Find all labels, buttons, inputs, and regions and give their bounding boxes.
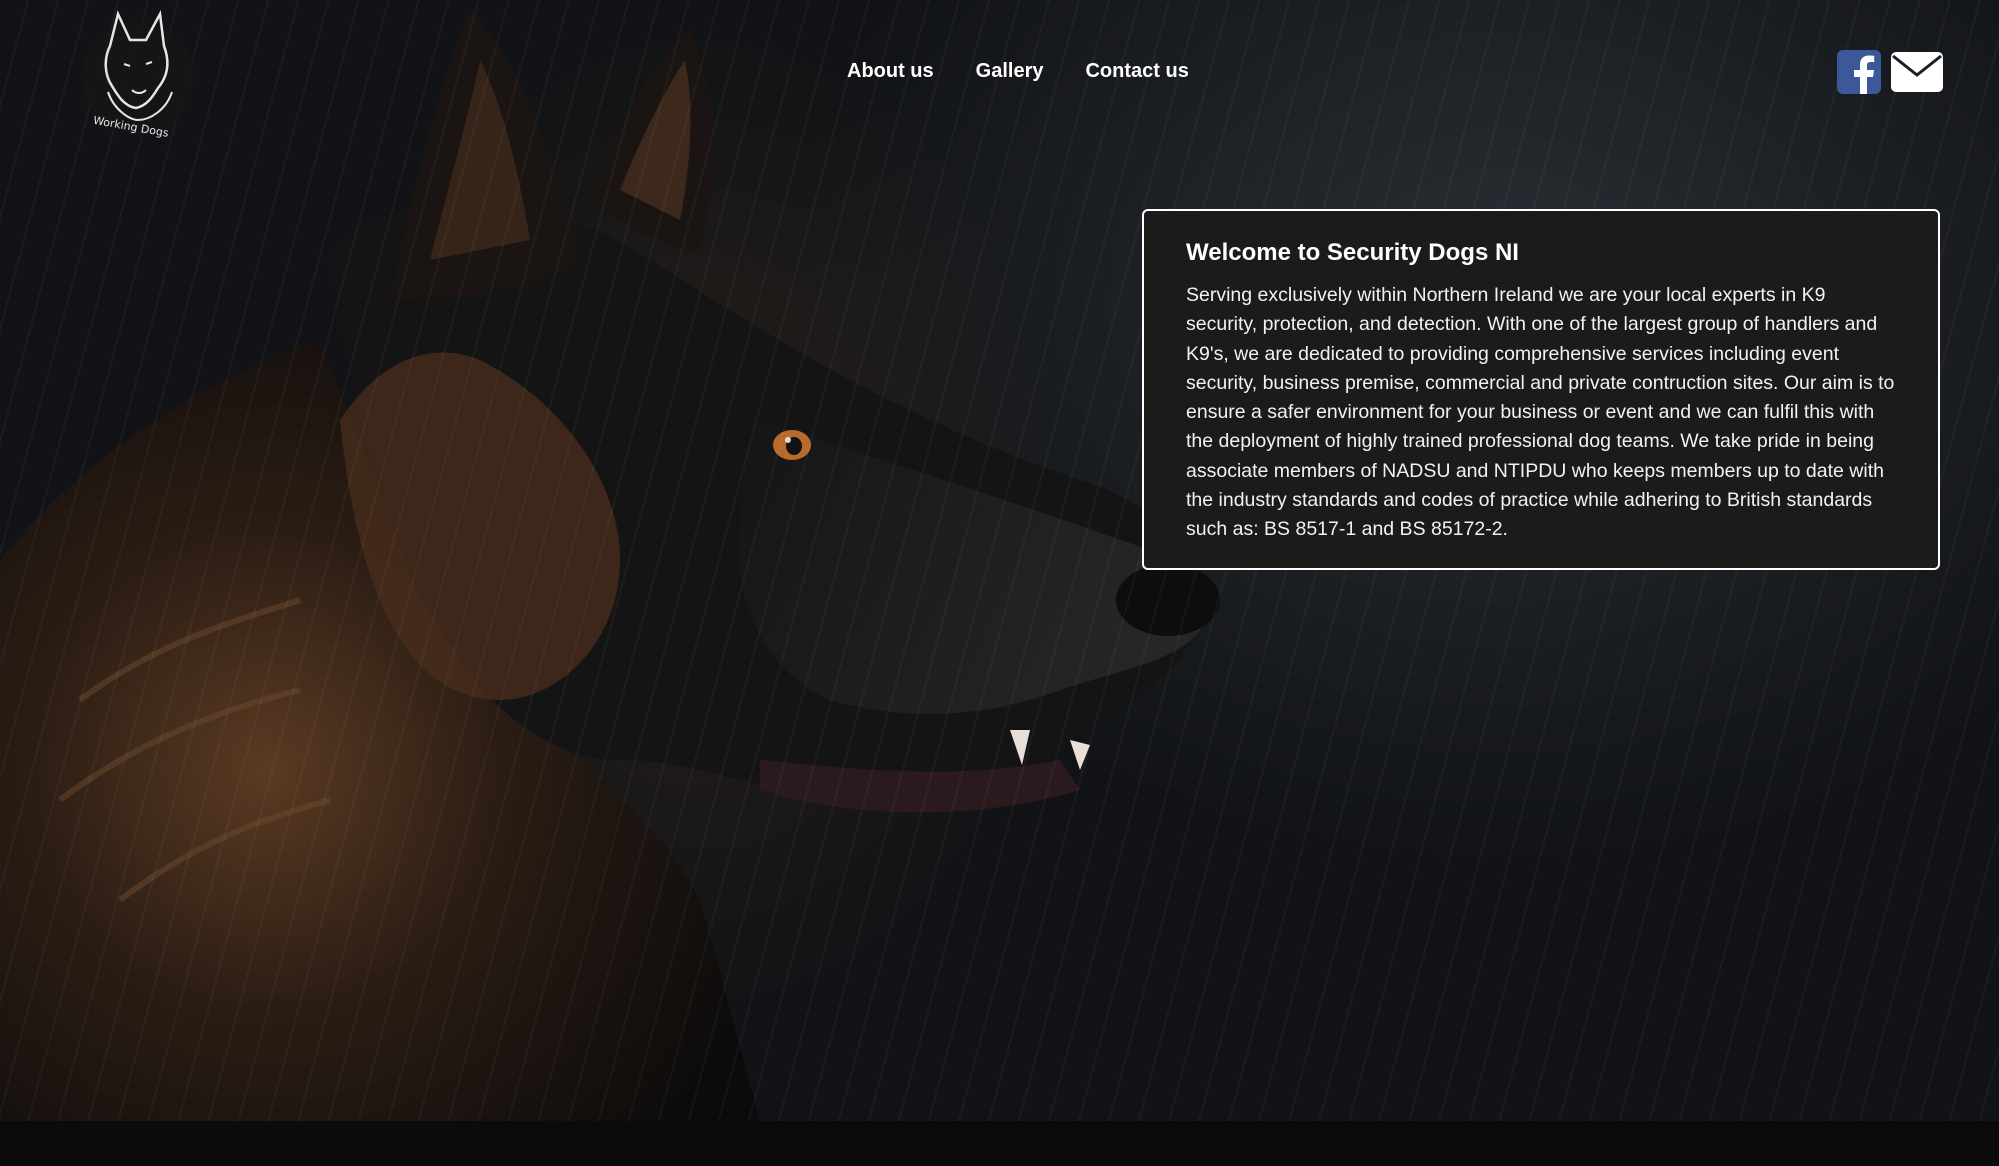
welcome-title: Welcome to Security Dogs NI <box>1186 239 1519 266</box>
facebook-icon[interactable] <box>1837 50 1881 94</box>
logo[interactable]: Working Dogs <box>80 6 200 146</box>
main-nav: About us Gallery Contact us <box>847 60 1189 83</box>
nav-gallery[interactable]: Gallery <box>976 60 1044 83</box>
nav-contact-us[interactable]: Contact us <box>1085 60 1188 83</box>
envelope-icon[interactable] <box>1891 52 1943 92</box>
footer-bar <box>0 1121 1999 1166</box>
welcome-card: Welcome to Security Dogs NI Serving excl… <box>1142 209 1940 570</box>
german-shepherd-head-icon: Working Dogs <box>82 9 194 140</box>
nav-about-us[interactable]: About us <box>847 60 934 83</box>
social-links <box>1837 50 1943 94</box>
welcome-body: Serving exclusively within Northern Irel… <box>1186 284 1895 541</box>
